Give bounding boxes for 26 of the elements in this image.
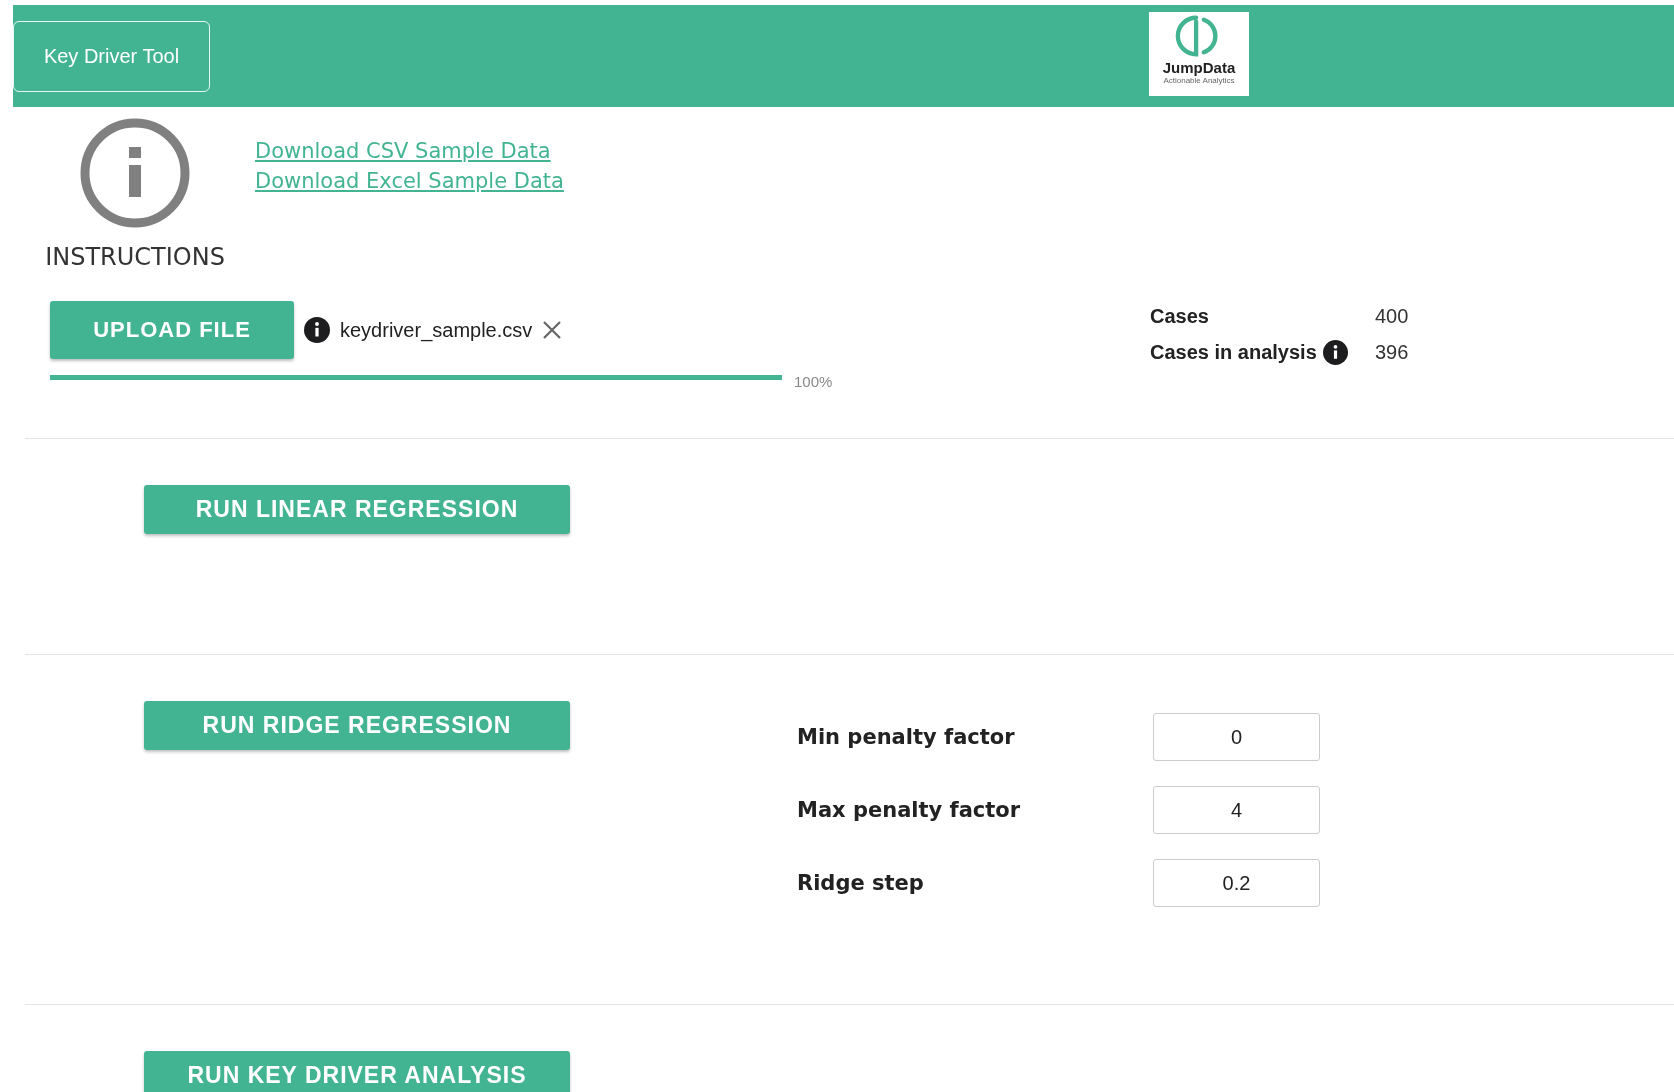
parameter-label: Ridge step (797, 871, 925, 895)
logo-tagline: Actionable Analytics (1163, 76, 1235, 85)
parameter-label: Max penalty factor (797, 798, 1022, 822)
info-icon (1322, 340, 1348, 365)
info-icon[interactable] (79, 117, 191, 229)
logo-name: JumpData (1162, 60, 1236, 76)
app-title-button[interactable]: Key Driver Tool (13, 20, 210, 92)
download-link[interactable]: Download Excel Sample Data (255, 169, 564, 193)
stat-value: 396 (1375, 341, 1409, 364)
run-button[interactable]: RUN KEY DRIVER ANALYSIS (144, 1051, 570, 1092)
run-button[interactable]: RUN RIDGE REGRESSION (144, 701, 570, 750)
upload-file-button[interactable]: UPLOAD FILE (50, 301, 294, 359)
stat-value: 400 (1375, 305, 1409, 328)
download-link[interactable]: Download CSV Sample Data (255, 139, 564, 163)
info-icon (304, 317, 330, 343)
instructions-label: INSTRUCTIONS (45, 243, 225, 271)
stat-label: Cases (1150, 305, 1209, 328)
parameter-field[interactable]: 4 (1153, 786, 1320, 834)
close-icon[interactable] (542, 320, 563, 340)
parameter-field[interactable]: 0 (1153, 713, 1320, 761)
parameter-field[interactable]: 0.2 (1153, 859, 1320, 907)
progress-label: 100% (794, 373, 833, 390)
run-button[interactable]: RUN LINEAR REGRESSION (144, 485, 570, 534)
file-name: keydriver_sample.csv (340, 318, 533, 342)
parameter-label: Min penalty factor (797, 725, 1016, 749)
stat-label: Cases in analysis (1150, 341, 1317, 364)
